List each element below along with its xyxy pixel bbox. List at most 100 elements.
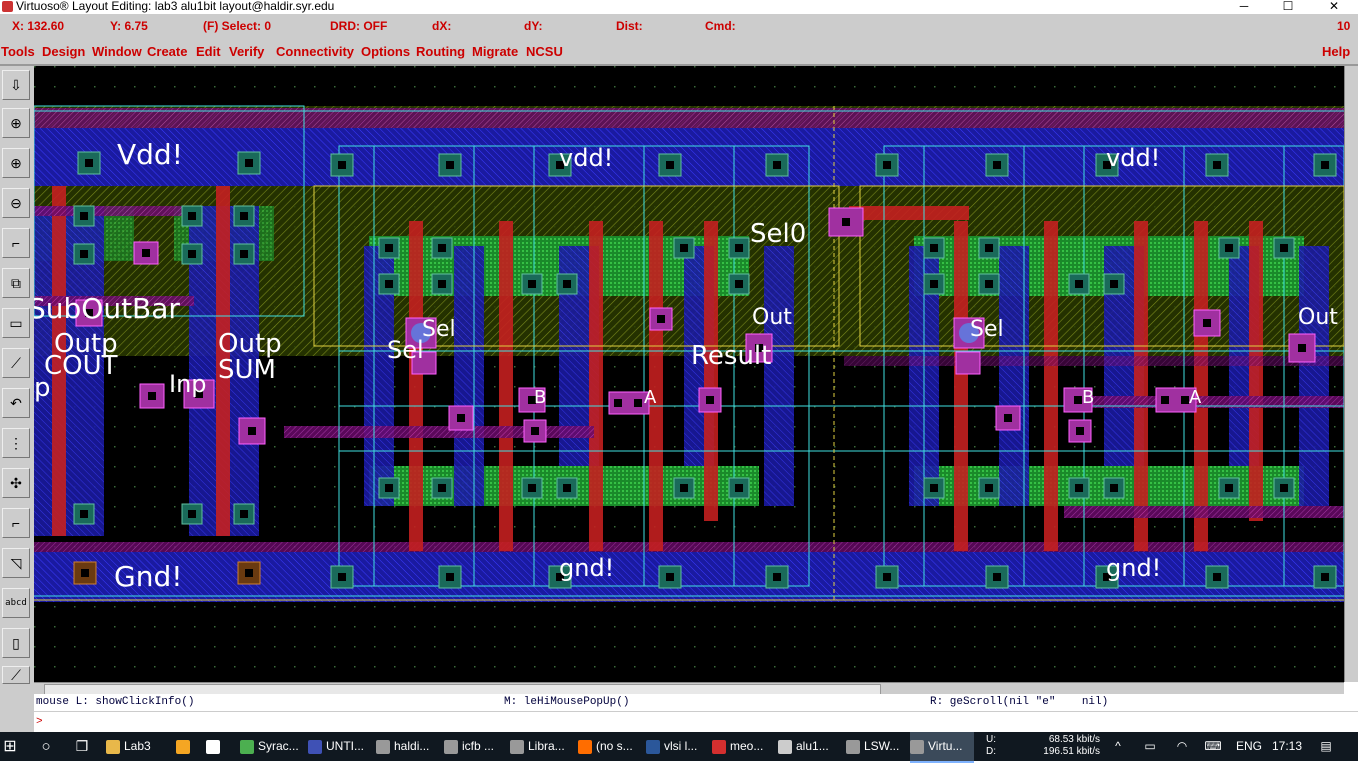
menu-verify[interactable]: Verify	[229, 44, 264, 59]
net-speed-labels: U: D:	[986, 734, 996, 757]
move-icon[interactable]: ▭	[2, 308, 30, 338]
label-inp: Inp	[169, 370, 207, 398]
notifications-icon[interactable]: ▤	[1316, 732, 1336, 761]
close-button[interactable]: ✕	[1312, 0, 1356, 14]
polygon-icon[interactable]: ◹	[2, 548, 30, 578]
battery-icon[interactable]: ▭	[1142, 732, 1158, 761]
command-prompt: >	[36, 716, 43, 728]
menu-migrate[interactable]: Migrate	[472, 44, 518, 59]
mouse-left-binding: mouse L: showClickInfo()	[36, 696, 195, 708]
chevron-up-icon[interactable]: ^	[1110, 732, 1126, 761]
taskbar-item-untitled[interactable]: UNTI...	[308, 732, 370, 761]
taskbar-item-firefox[interactable]: (no s...	[578, 732, 640, 761]
instance-icon[interactable]: ▯	[2, 628, 30, 658]
mouse-middle-binding: M: leHiMousePopUp()	[504, 696, 630, 708]
drd-status: DRD: OFF	[330, 19, 388, 33]
label-sel-mid-2: Sel	[387, 336, 424, 364]
label-a-mid: A	[644, 387, 657, 408]
zoom-out-icon[interactable]: ⊖	[2, 188, 30, 218]
menu-help[interactable]: Help	[1322, 44, 1350, 59]
menu-design[interactable]: Design	[42, 44, 85, 59]
menu-tools[interactable]: Tools	[1, 44, 35, 59]
taskbar-item-media[interactable]	[176, 732, 200, 761]
cmd-readout: Cmd:	[705, 19, 736, 33]
undo-icon[interactable]: ↶	[2, 388, 30, 418]
menu-bar: Tools Design Window Create Edit Verify C…	[0, 38, 1358, 66]
label-icon[interactable]: abcd	[2, 588, 30, 618]
label-out-mid: Out	[752, 305, 792, 330]
y-coordinate: Y: 6.75	[110, 19, 148, 33]
label-sel-right: Sel	[970, 317, 1004, 342]
label-gnd-right: gnd!	[1106, 554, 1161, 582]
taskbar-item-library[interactable]: Libra...	[510, 732, 574, 761]
menu-routing[interactable]: Routing	[416, 44, 465, 59]
search-icon[interactable]: ○	[36, 732, 56, 761]
ruler-icon[interactable]: ⟋	[2, 348, 30, 378]
media-player-icon	[176, 739, 190, 754]
clock[interactable]: 17:13	[1272, 732, 1308, 761]
mail-icon	[206, 739, 220, 754]
menu-options[interactable]: Options	[361, 44, 410, 59]
taskbar-item-pdf[interactable]: meo...	[712, 732, 774, 761]
vertical-scrollbar[interactable]	[1344, 66, 1358, 682]
stretch-icon[interactable]: ⌐	[2, 228, 30, 258]
label-vdd-left: Vdd!	[117, 138, 183, 171]
virtuoso-icon	[910, 739, 924, 754]
command-input-line[interactable]: >	[34, 711, 1358, 733]
taskbar-item-mail[interactable]	[206, 732, 230, 761]
menu-create[interactable]: Create	[147, 44, 187, 59]
coordinate-status-bar: X: 132.60 Y: 6.75 (F) Select: 0 DRD: OFF…	[0, 14, 1358, 38]
lsw-icon	[846, 739, 860, 754]
icfb-icon	[444, 739, 458, 754]
zoom-in-icon[interactable]: ⊕	[2, 148, 30, 178]
menu-edit[interactable]: Edit	[196, 44, 221, 59]
menu-connectivity[interactable]: Connectivity	[276, 44, 354, 59]
minimize-button[interactable]: ─	[1222, 0, 1266, 14]
menu-ncsu[interactable]: NCSU	[526, 44, 563, 59]
layout-drawing[interactable]: Vdd! vdd! vdd! Sel0 SubOutBar Outp COUT …	[34, 66, 1344, 682]
menu-window[interactable]: Window	[92, 44, 142, 59]
icon-toolbar: ⇩ ⊕ ⊕ ⊖ ⌐ ⧉ ▭ ⟋ ↶ ⋮ ✣ ⌐ ◹ abcd ▯ ⟋	[0, 66, 35, 686]
taskbar-item-icfb[interactable]: icfb ...	[444, 732, 504, 761]
mouse-right-binding: R: geScroll(nil "e" nil)	[930, 696, 1109, 708]
layout-canvas[interactable]: Vdd! vdd! vdd! Sel0 SubOutBar Outp COUT …	[34, 66, 1344, 682]
label-p: p	[34, 373, 51, 403]
taskbar-item-alu1[interactable]: alu1...	[778, 732, 840, 761]
language-indicator[interactable]: ENG	[1236, 732, 1266, 761]
label-b-right: B	[1082, 387, 1094, 408]
path-icon[interactable]: ⌐	[2, 508, 30, 538]
folder-icon	[106, 739, 120, 754]
taskbar-item-virtuoso[interactable]: Virtu...	[910, 732, 974, 763]
label-sel0: Sel0	[750, 219, 806, 249]
taskbar-item-haldir[interactable]: haldi...	[376, 732, 438, 761]
wifi-icon[interactable]: ◠	[1174, 732, 1190, 761]
title-bar: Virtuoso® Layout Editing: lab3 alu1bit l…	[0, 0, 1358, 14]
copy-icon[interactable]: ⧉	[2, 268, 30, 298]
fit-zoom-icon[interactable]: ⊕	[2, 108, 30, 138]
property-icon[interactable]: ✣	[2, 468, 30, 498]
keyboard-icon[interactable]: ⌨	[1202, 732, 1224, 761]
taskbar-item-syracuse[interactable]: Syrac...	[240, 732, 302, 761]
maximize-button[interactable]: ☐	[1266, 0, 1310, 14]
select-count: (F) Select: 0	[203, 19, 272, 33]
chrome-icon	[240, 739, 254, 754]
label-result: Result	[691, 341, 771, 371]
task-view-icon[interactable]: ❐	[72, 732, 92, 761]
label-a-right: A	[1189, 387, 1202, 408]
virtuoso-app-icon	[2, 1, 13, 12]
label-vdd-right: vdd!	[1106, 144, 1160, 172]
firefox-icon	[578, 739, 592, 754]
dy-readout: dY:	[524, 19, 543, 33]
wire-icon[interactable]: ⟋	[2, 666, 30, 684]
delete-icon[interactable]: ⋮	[2, 428, 30, 458]
image-icon	[778, 739, 792, 754]
taskbar-item-lab3[interactable]: Lab3	[106, 732, 170, 761]
dist-readout: Dist:	[616, 19, 643, 33]
taskbar-item-lsw[interactable]: LSW...	[846, 732, 906, 761]
app-icon	[308, 739, 322, 754]
label-sum: SUM	[218, 355, 276, 385]
word-icon	[646, 739, 660, 754]
windows-start-icon[interactable]: ⊞	[0, 732, 20, 761]
save-icon[interactable]: ⇩	[2, 70, 30, 100]
taskbar-item-word[interactable]: vlsi l...	[646, 732, 708, 761]
